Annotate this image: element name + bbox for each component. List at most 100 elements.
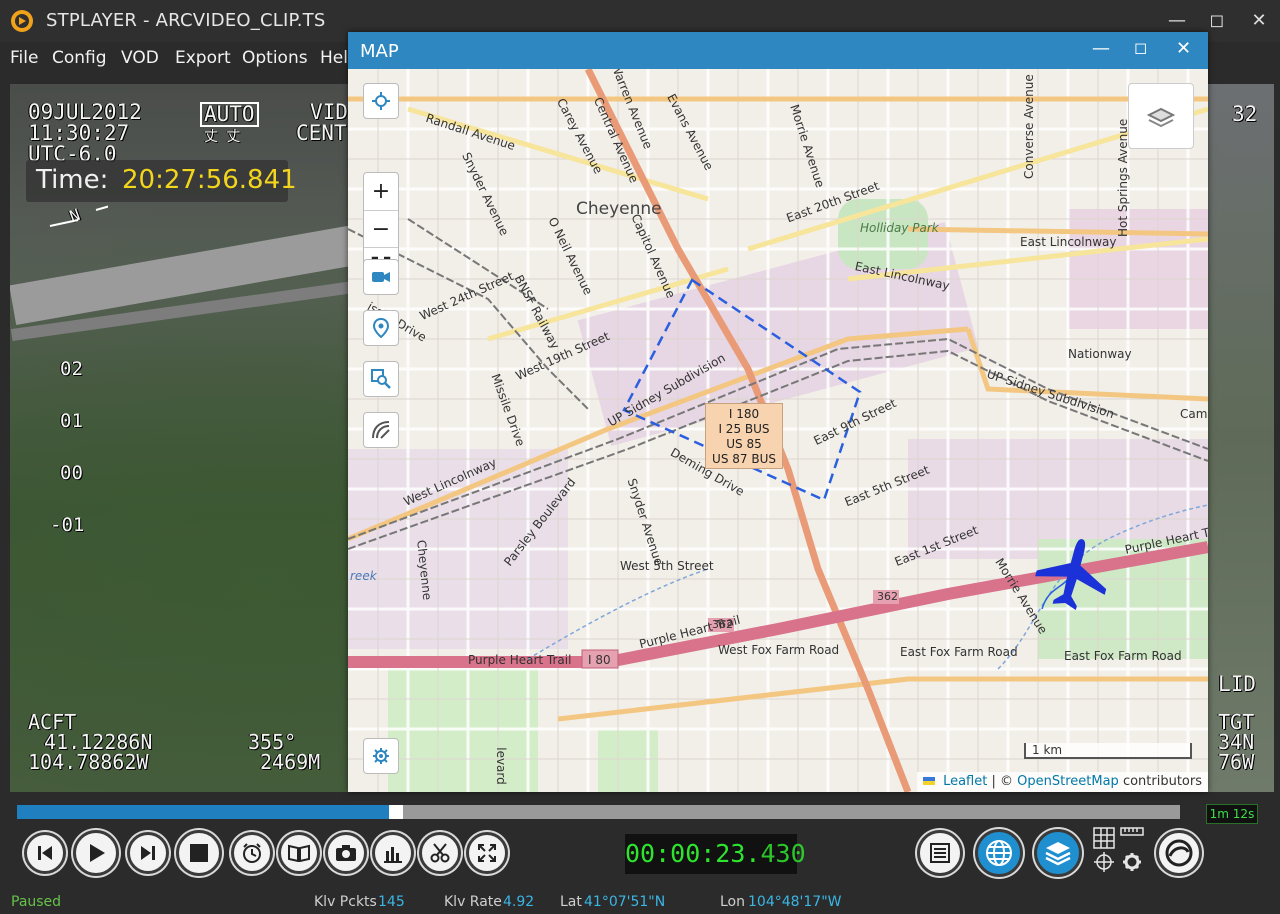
time-overlay: Time: 20:27:56.841 <box>26 160 297 202</box>
timer-button[interactable] <box>231 832 273 874</box>
layers-toggle-icon <box>1045 842 1071 866</box>
label-creek: reek <box>350 569 377 583</box>
map-window: MAP — ◻ ✕ Cheyenne Randall Avenue Carey … <box>348 32 1208 792</box>
label-362a: 362 <box>712 618 733 631</box>
marker-icon <box>373 318 389 338</box>
duration-display: 1m 12s <box>1206 804 1258 824</box>
status-bar: Paused Klv Pckts 145 Klv Rate 4.92 Lat 4… <box>0 890 1280 914</box>
label-nationway: Nationway <box>1068 347 1132 361</box>
menu-options[interactable]: Options <box>242 48 308 68</box>
skip-forward-icon <box>141 846 155 860</box>
close-button[interactable]: ✕ <box>1244 8 1274 34</box>
seek-bar[interactable] <box>17 805 1180 819</box>
layers-toggle-button[interactable] <box>1034 829 1082 877</box>
lon-value: 104°48'17"W <box>748 894 842 910</box>
timecode-main: 00:00:23. <box>625 839 761 868</box>
label-camp: Camp <box>1180 407 1208 421</box>
timer-icon <box>243 843 261 863</box>
label-eastfox1: East Fox Farm Road <box>900 645 1018 659</box>
bookmark-button[interactable] <box>278 832 320 874</box>
map-settings-button[interactable] <box>363 738 399 774</box>
search-button[interactable] <box>363 361 399 397</box>
hud-date: 09JUL2012 <box>28 100 142 124</box>
osm-link[interactable]: OpenStreetMap <box>1017 774 1119 789</box>
play-icon <box>90 844 105 862</box>
app-logo-button[interactable] <box>1156 830 1202 876</box>
chart-icon <box>384 847 402 863</box>
map-toggle-button[interactable] <box>975 829 1023 877</box>
ukraine-flag-icon <box>922 777 935 785</box>
hud-scale-m01: -01 <box>50 514 85 536</box>
hud-vid: VID <box>310 100 348 124</box>
grid-settings-button[interactable] <box>1091 826 1147 874</box>
minimize-button[interactable]: — <box>1162 8 1192 34</box>
tooltip-line-2: I 25 BUS <box>718 422 770 436</box>
locate-button[interactable] <box>363 83 399 119</box>
klv-rate-value: 4.92 <box>503 894 535 910</box>
hud-cent: CENT <box>296 121 347 145</box>
marker-button[interactable] <box>363 310 399 346</box>
label-converse: Converse Avenue <box>1022 74 1036 179</box>
stop-button[interactable] <box>176 830 222 876</box>
label-boulevard: levard <box>493 747 508 785</box>
skip-forward-button[interactable] <box>127 832 169 874</box>
map-titlebar[interactable]: MAP — ◻ ✕ <box>348 32 1208 69</box>
play-button[interactable] <box>73 830 119 876</box>
app-logo-icon <box>11 10 33 32</box>
clip-button[interactable] <box>419 832 461 874</box>
map-attribution: Leaflet | © OpenStreetMap contributors <box>916 772 1208 792</box>
lat-label: Lat <box>560 894 582 910</box>
expand-button[interactable] <box>466 832 508 874</box>
maximize-button[interactable]: ◻ <box>1202 8 1232 34</box>
klv-rate-label: Klv Rate <box>444 894 502 910</box>
camera-icon <box>372 272 390 282</box>
menu-vod[interactable]: VOD <box>121 48 159 68</box>
menu-export[interactable]: Export <box>175 48 231 68</box>
draw-button[interactable] <box>363 412 399 448</box>
seek-handle[interactable] <box>389 805 403 819</box>
chart-button[interactable] <box>372 832 414 874</box>
book-icon <box>288 844 310 862</box>
menu-config[interactable]: Config <box>52 48 107 68</box>
map-close-button[interactable]: ✕ <box>1176 38 1191 59</box>
route-tooltip: I 180 I 25 BUS US 85 US 87 BUS <box>705 403 783 469</box>
attribution-tail: contributors <box>1122 774 1202 789</box>
draw-icon <box>372 421 390 439</box>
tooltip-line-4: US 87 BUS <box>712 452 776 466</box>
expand-icon <box>478 844 496 862</box>
north-arrow-icon <box>49 205 108 227</box>
attribution-sep: | © <box>991 774 1013 789</box>
camera-button[interactable] <box>363 259 399 295</box>
time-label: Time: <box>36 165 109 195</box>
zoom-out-button[interactable]: − <box>364 210 398 248</box>
lat-value: 41°07'51"N <box>584 894 666 910</box>
hud-right-tgt-lon: 76W <box>1218 750 1255 774</box>
klv-pckts-label: Klv Pckts <box>314 894 377 910</box>
leaflet-link[interactable]: Leaflet <box>943 774 987 789</box>
tooltip-line-1: I 180 <box>728 407 760 421</box>
hud-time: 11:30:27 <box>28 121 130 145</box>
grid-gear-icon <box>1093 827 1144 872</box>
list-icon <box>930 843 950 863</box>
timecode-ms: 430 <box>760 839 806 868</box>
layers-button[interactable] <box>1128 83 1194 149</box>
snapshot-button[interactable] <box>325 832 367 874</box>
menu-file[interactable]: File <box>10 48 38 68</box>
hud-acft-alt: 2469M <box>260 750 321 774</box>
layers-icon <box>1146 107 1176 128</box>
map-maximize-button[interactable]: ◻ <box>1134 38 1147 57</box>
stop-icon <box>190 844 208 862</box>
zoom-in-button[interactable]: + <box>364 173 398 210</box>
hud-right-num: 32 <box>1232 102 1258 126</box>
label-holliday: Holliday Park <box>860 221 939 235</box>
hud-right-lid: LID <box>1218 672 1256 696</box>
skip-back-button[interactable] <box>24 832 66 874</box>
map-minimize-button[interactable]: — <box>1092 38 1110 59</box>
crosshair-icon <box>372 92 390 110</box>
playlist-button[interactable] <box>917 830 963 876</box>
label-west5: West 5th Street <box>620 559 714 573</box>
gear-icon <box>373 748 389 764</box>
snapshot-camera-icon <box>336 845 356 861</box>
label-westfox: West Fox Farm Road <box>718 643 840 657</box>
map-canvas[interactable]: Cheyenne Randall Avenue Carey Avenue War… <box>348 69 1208 792</box>
